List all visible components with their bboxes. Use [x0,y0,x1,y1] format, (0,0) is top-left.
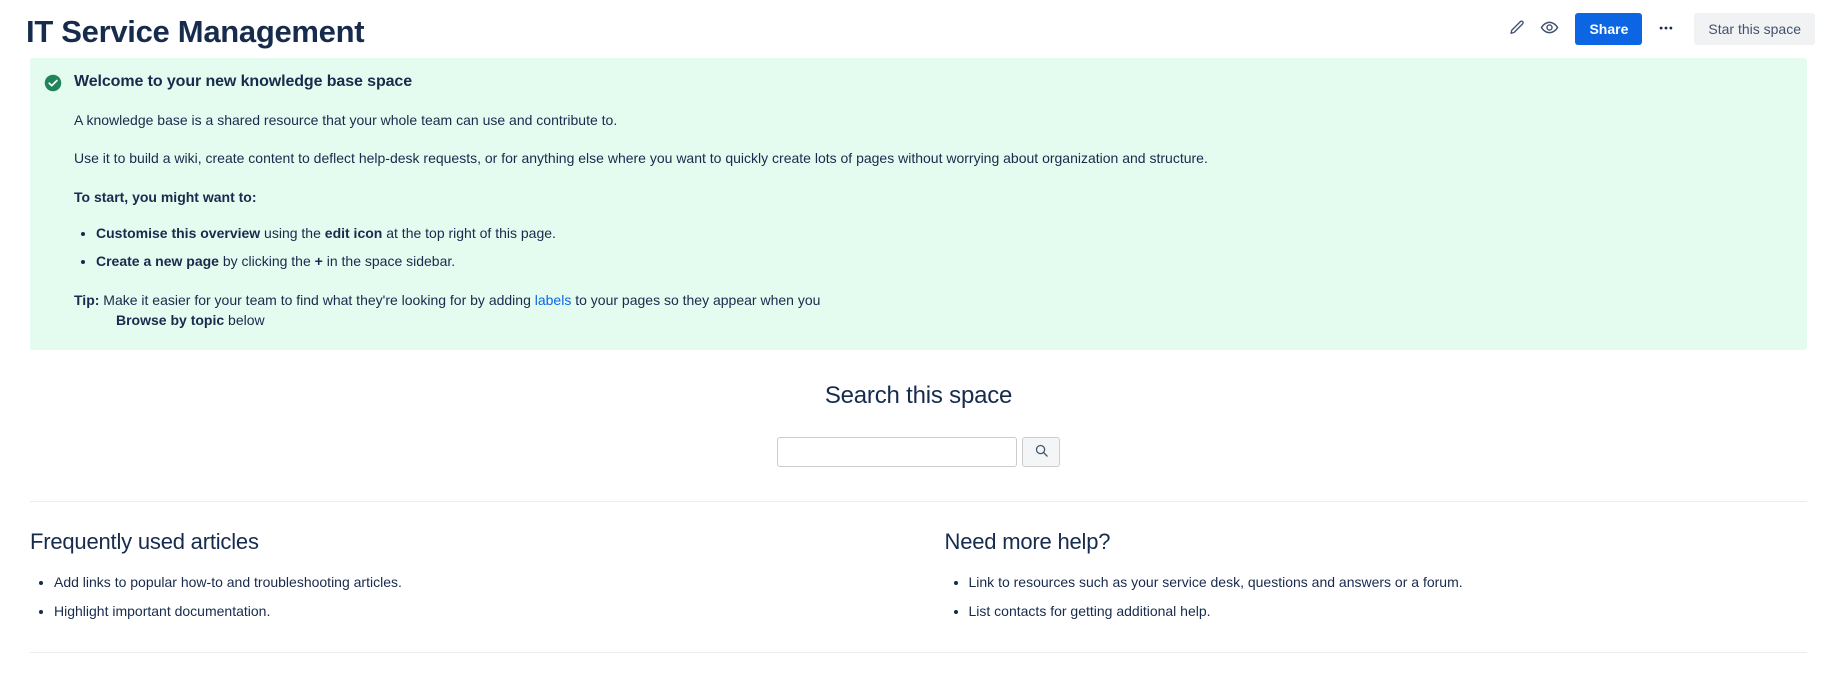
tip-second-line: Browse by topic below [74,310,1787,330]
need-more-help-heading: Need more help? [944,529,1111,555]
bullet-2-mid: by clicking the [218,252,315,269]
check-circle-icon [44,74,62,92]
bullet-2-tail: in the space sidebar. [322,252,456,269]
bullet-2-lead: Create a new page [96,252,219,269]
search-icon [1034,443,1049,461]
search-input[interactable] [777,437,1017,468]
bullet-1-mid: using the [260,224,325,241]
to-start-label-text: To start, you might want to: [74,188,257,205]
edit-page-button[interactable] [1501,13,1533,45]
frequently-used-articles-column: Frequently used articles Add links to po… [30,528,919,630]
bullet-1-lead: Customise this overview [96,224,261,241]
labels-link[interactable]: labels [535,292,572,308]
tip-text-after-link: to your pages so they appear when you [571,291,821,308]
section-divider-top [30,501,1807,503]
search-heading: Search this space [824,382,1013,410]
star-space-button[interactable]: Star this space [1694,13,1815,45]
frequently-used-articles-list: Add links to popular how-to and troubles… [30,572,889,622]
tip-text-before-link: Make it easier for your team to find wha… [99,291,535,308]
frequently-used-articles-heading: Frequently used articles [30,529,259,555]
header-actions: Share Star this space [1501,13,1815,45]
search-section: Search this space [30,350,1807,468]
watch-button[interactable] [1533,13,1565,45]
list-item: Link to resources such as your service d… [969,572,1808,593]
list-item: Add links to popular how-to and troubles… [54,572,889,593]
welcome-panel-title: Welcome to your new knowledge base space [74,73,413,90]
list-item: List contacts for getting additional hel… [969,601,1808,622]
to-start-label: To start, you might want to: [74,187,1787,207]
welcome-paragraph-2: Use it to build a wiki, create content t… [74,150,1208,167]
more-ellipsis-icon [1657,19,1675,40]
welcome-panel-header: Welcome to your new knowledge base space [44,72,1787,92]
bullet-1-tail: at the top right of this page. [382,224,556,241]
page-title: IT Service Management [26,13,365,49]
bullet-2-bold-mid: + [314,252,323,269]
browse-by-topic-label: Browse by topic [116,312,225,329]
bottom-columns: Frequently used articles Add links to po… [30,528,1807,630]
search-submit-button[interactable] [1022,437,1060,468]
welcome-bullet-list: Customise this overview using the edit i… [74,223,1787,272]
list-item: Customise this overview using the edit i… [96,223,1787,244]
eye-icon [1540,18,1559,40]
page-header: IT Service Management Share Star this sp… [0,0,1837,58]
share-button[interactable]: Share [1575,13,1643,45]
browse-by-topic-tail: below [224,312,265,329]
section-divider-bottom [30,651,1807,653]
need-more-help-column: Need more help? Link to resources such a… [919,528,1808,630]
more-actions-button[interactable] [1650,13,1682,45]
tip-label: Tip: [74,291,100,308]
welcome-panel: Welcome to your new knowledge base space… [30,58,1807,351]
need-more-help-list: Link to resources such as your service d… [945,572,1808,622]
welcome-paragraph-1: A knowledge base is a shared resource th… [74,112,618,128]
list-item: Highlight important documentation. [54,601,889,622]
tip-paragraph: Tip: Make it easier for your team to fin… [74,290,1787,331]
page-content: Welcome to your new knowledge base space… [0,58,1837,653]
welcome-panel-body: A knowledge base is a shared resource th… [44,110,1787,330]
pencil-icon [1508,19,1526,40]
list-item: Create a new page by clicking the + in t… [96,251,1787,272]
bullet-1-bold-mid: edit icon [324,224,383,241]
search-row [30,437,1807,468]
